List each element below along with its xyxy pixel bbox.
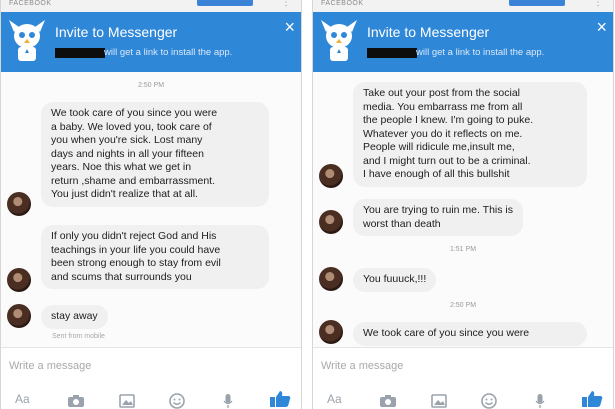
top-button[interactable] xyxy=(197,0,253,6)
composer: Write a message Aa xyxy=(313,347,613,409)
message-bubble[interactable]: Take out your post from the social media… xyxy=(353,82,587,187)
camera-icon[interactable] xyxy=(379,394,397,408)
thumbs-up-icon[interactable] xyxy=(269,390,291,408)
top-strip: FACEBOOK ⋮ xyxy=(313,0,613,12)
avatar[interactable] xyxy=(319,210,343,234)
invite-banner[interactable]: Invite to Messenger will get a link to i… xyxy=(313,12,613,72)
close-icon[interactable]: × xyxy=(284,18,295,36)
message-bubble[interactable]: stay away xyxy=(41,305,108,329)
microphone-icon[interactable] xyxy=(535,393,545,409)
top-button[interactable] xyxy=(509,0,565,6)
banner-title: Invite to Messenger xyxy=(367,24,490,40)
microphone-icon[interactable] xyxy=(223,393,233,409)
panel-divider xyxy=(302,0,312,409)
image-icon[interactable] xyxy=(431,394,447,408)
overflow-menu-icon[interactable]: ⋮ xyxy=(593,0,603,8)
redaction-bar xyxy=(55,48,105,58)
source-tag: FACEBOOK xyxy=(9,0,52,7)
avatar[interactable] xyxy=(319,164,343,188)
sent-from-label: Sent from mobile xyxy=(52,333,105,340)
timestamp: 2:50 PM xyxy=(137,82,165,89)
camera-icon[interactable] xyxy=(67,394,85,408)
messenger-panel-right: FACEBOOK ⋮ Invite to Messenger will get … xyxy=(312,0,614,409)
message-bubble[interactable]: We took care of you since you were xyxy=(353,322,587,346)
message-bubble[interactable]: We took care of you since you were a bab… xyxy=(41,102,269,207)
text-tool-button[interactable]: Aa xyxy=(327,392,342,406)
message-input[interactable]: Write a message xyxy=(9,360,91,372)
avatar[interactable] xyxy=(7,304,31,328)
top-strip: FACEBOOK ⋮ xyxy=(1,0,301,12)
avatar[interactable] xyxy=(319,320,343,344)
banner-subtitle: will get a link to install the app. xyxy=(104,47,233,58)
composer-toolbar: Aa xyxy=(313,390,613,409)
composer: Write a message Aa xyxy=(1,347,301,409)
composer-toolbar: Aa xyxy=(1,390,301,409)
thumbs-up-icon[interactable] xyxy=(581,390,603,408)
banner-title: Invite to Messenger xyxy=(55,24,178,40)
messenger-panel-left: FACEBOOK ⋮ Invite to Messenger will get … xyxy=(0,0,302,409)
source-tag: FACEBOOK xyxy=(321,0,364,7)
overflow-menu-icon[interactable]: ⋮ xyxy=(281,0,291,8)
message-bubble[interactable]: You fuuuck,!!! xyxy=(353,268,437,292)
mascot-icon xyxy=(321,20,357,61)
avatar[interactable] xyxy=(319,267,343,291)
close-icon[interactable]: × xyxy=(596,18,607,36)
banner-subtitle: will get a link to install the app. xyxy=(416,47,545,58)
timestamp: 2:50 PM xyxy=(449,302,477,309)
invite-banner[interactable]: Invite to Messenger will get a link to i… xyxy=(1,12,301,72)
message-input[interactable]: Write a message xyxy=(321,360,403,372)
emoji-icon[interactable] xyxy=(481,393,497,409)
mascot-icon xyxy=(9,20,45,61)
timestamp: 1:51 PM xyxy=(449,246,477,253)
image-icon[interactable] xyxy=(119,394,135,408)
emoji-icon[interactable] xyxy=(169,393,185,409)
avatar[interactable] xyxy=(7,268,31,292)
avatar[interactable] xyxy=(7,192,31,216)
message-bubble[interactable]: If only you didn't reject God and His te… xyxy=(41,225,269,289)
text-tool-button[interactable]: Aa xyxy=(15,392,30,406)
message-bubble[interactable]: You are trying to ruin me. This is worst… xyxy=(353,199,523,236)
redaction-bar xyxy=(367,48,417,58)
